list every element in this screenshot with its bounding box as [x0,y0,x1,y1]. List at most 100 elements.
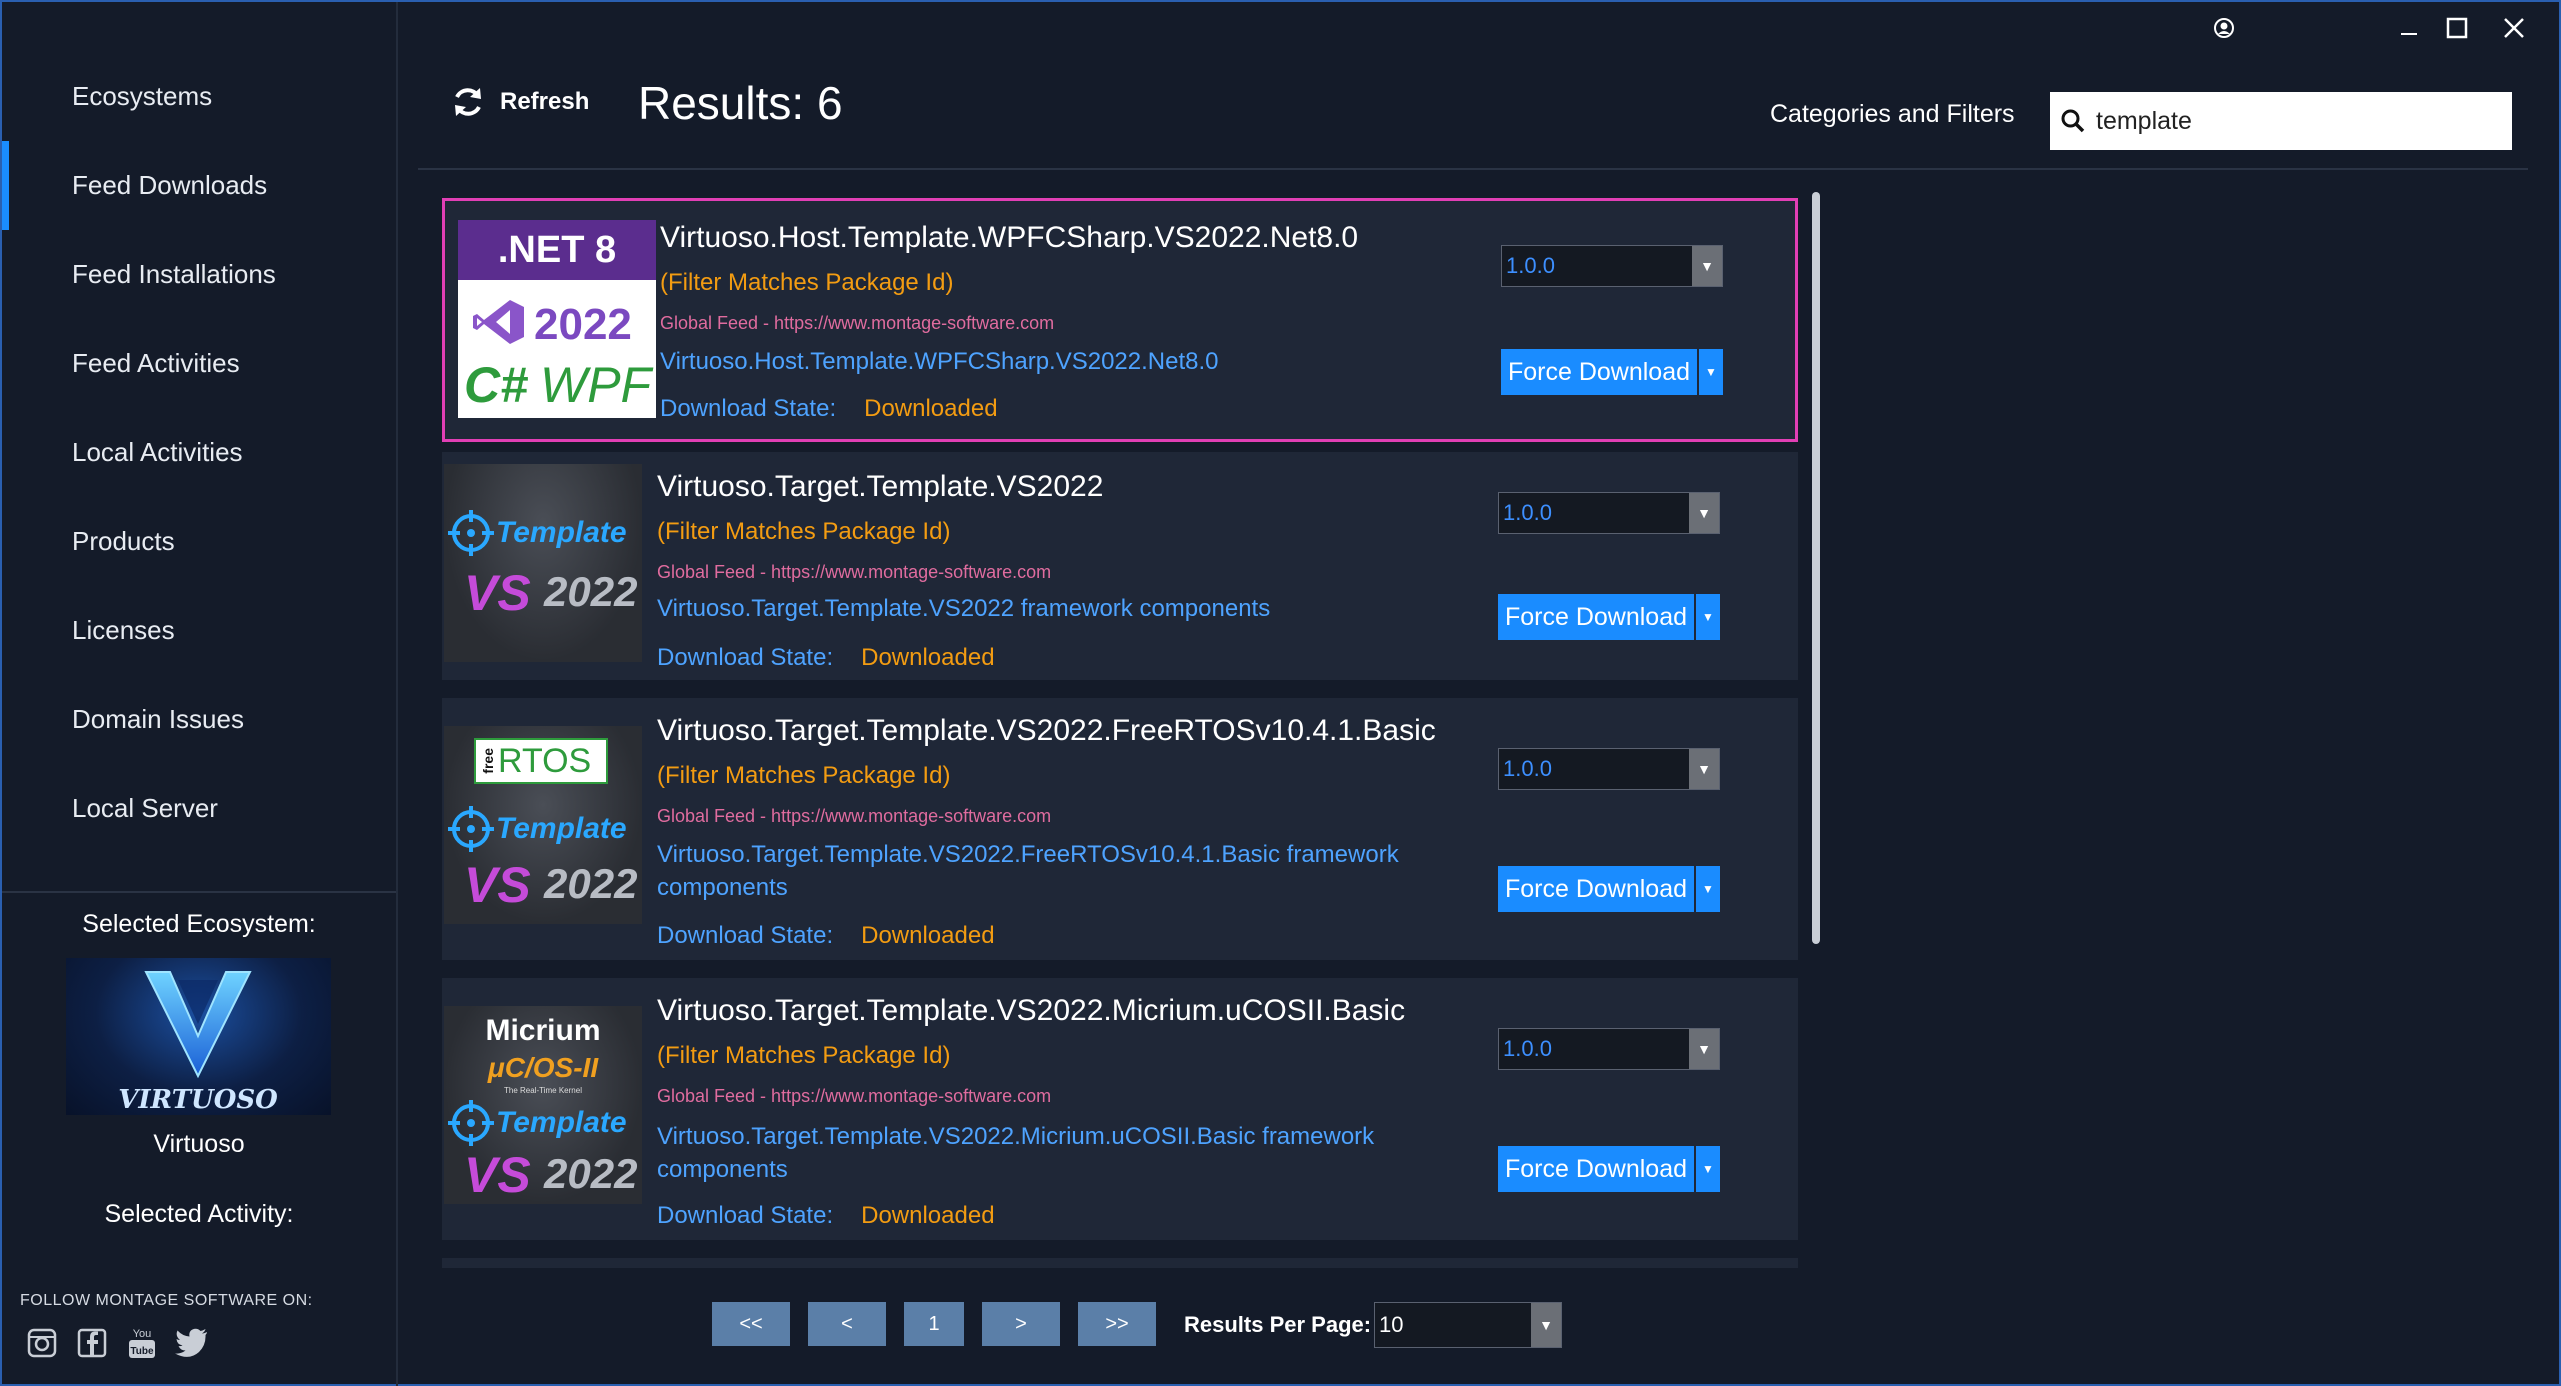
sidebar-divider [2,891,396,893]
prev-page-button[interactable]: < [808,1302,886,1346]
search-box [2050,92,2512,150]
list-item[interactable]: .NET 8 2022 C# WPF Virtuoso.Host.Templat… [442,198,1798,442]
list-item[interactable]: Template VS 2022 Virtuoso.Target.Templat… [442,452,1798,680]
crosshair-icon [448,806,494,852]
package-thumbnail: Micrium μC/OS-II The Real-Time Kernel Te… [444,1006,642,1204]
package-thumbnail: .NET 8 2022 C# WPF [458,220,656,418]
thumb-kernel-text: The Real-Time Kernel [504,1086,582,1095]
force-download-button[interactable]: Force Download [1498,1146,1694,1192]
maximize-button[interactable] [2435,10,2479,46]
virtuoso-logo-icon: VIRTUOSO [118,971,278,1115]
sidebar-item-products[interactable]: Products [2,497,396,586]
download-state-label: Download State: [660,395,837,422]
force-download-dropdown[interactable]: ▼ [1696,1146,1720,1192]
social-links: You Tube [24,1325,210,1361]
force-download-dropdown[interactable]: ▼ [1696,866,1720,912]
sidebar-item-local-activities[interactable]: Local Activities [2,408,396,497]
close-button[interactable] [2492,10,2536,46]
package-description[interactable]: Virtuoso.Host.Template.WPFCSharp.VS2022.… [660,345,1420,378]
thumb-template-text: Template [496,516,627,549]
results-per-page-value: 10 [1379,1312,1404,1337]
close-icon [2504,18,2524,38]
download-state-label: Download State: [657,922,834,949]
youtube-icon[interactable]: You Tube [124,1325,160,1361]
chevron-down-icon: ▼ [1689,493,1719,533]
package-thumbnail: free RTOS Template VS 2022 [444,726,642,924]
maximize-icon [2446,17,2468,39]
facebook-icon[interactable] [74,1325,110,1361]
sidebar-nav: Ecosystems Feed Downloads Feed Installat… [2,52,396,853]
twitter-icon[interactable] [174,1325,210,1361]
scrollbar-thumb[interactable] [1812,192,1820,944]
categories-filters-button[interactable]: Categories and Filters [1770,100,2015,129]
thumb-year-text: 2022 [544,860,638,907]
version-select[interactable]: 1.0.0 ▼ [1501,245,1723,287]
version-select[interactable]: 1.0.0 ▼ [1498,492,1720,534]
minimize-icon [2401,33,2417,35]
results-per-page-select[interactable]: 10 ▼ [1374,1302,1562,1348]
sidebar-item-ecosystems[interactable]: Ecosystems [2,52,396,141]
version-value: 1.0.0 [1506,253,1555,278]
minimize-button[interactable] [2387,10,2431,46]
force-download-dropdown[interactable]: ▼ [1699,349,1723,395]
instagram-icon[interactable] [24,1325,60,1361]
selected-ecosystem-label: Selected Ecosystem: [82,910,316,938]
force-download-button[interactable]: Force Download [1501,349,1697,395]
results-list: .NET 8 2022 C# WPF Virtuoso.Host.Templat… [442,198,1798,1268]
thumb-line3: C# [464,357,528,413]
chevron-down-icon: ▼ [1692,246,1722,286]
user-icon [2214,18,2234,38]
next-page-button[interactable]: > [982,1302,1060,1346]
crosshair-icon [448,1100,494,1146]
first-page-button[interactable]: << [712,1302,790,1346]
refresh-icon [455,88,481,116]
version-select[interactable]: 1.0.0 ▼ [1498,1028,1720,1070]
filter-match-text: (Filter Matches Package Id) [657,762,951,789]
filter-match-text: (Filter Matches Package Id) [657,1042,951,1069]
chevron-down-icon: ▼ [1689,1029,1719,1069]
thumb-year-text: 2022 [544,568,638,615]
page-1-button[interactable]: 1 [904,1302,964,1346]
feed-source: Global Feed - https://www.montage-softwa… [657,562,1052,582]
sidebar-item-feed-downloads[interactable]: Feed Downloads [2,141,396,230]
refresh-button[interactable]: Refresh [450,84,589,120]
thumb-vs-text: VS [464,857,531,913]
sidebar-item-local-server[interactable]: Local Server [2,764,396,853]
filter-match-text: (Filter Matches Package Id) [657,518,951,545]
chevron-down-icon: ▼ [1531,1303,1561,1347]
sidebar-item-feed-installations[interactable]: Feed Installations [2,230,396,319]
version-value: 1.0.0 [1503,756,1552,781]
user-account-button[interactable] [2202,10,2246,46]
feed-source: Global Feed - https://www.montage-softwa… [660,313,1055,333]
package-description[interactable]: Virtuoso.Target.Template.VS2022.FreeRTOS… [657,838,1417,904]
force-download-split-button: Force Download ▼ [1498,1146,1720,1192]
version-select[interactable]: 1.0.0 ▼ [1498,748,1720,790]
download-state: Download State: Downloaded [657,644,995,672]
force-download-button[interactable]: Force Download [1498,866,1694,912]
force-download-button[interactable]: Force Download [1498,594,1694,640]
feed-source: Global Feed - https://www.montage-softwa… [657,1086,1052,1106]
thumb-template-text: Template [496,1106,627,1139]
package-description[interactable]: Virtuoso.Target.Template.VS2022 framewor… [657,592,1417,625]
force-download-dropdown[interactable]: ▼ [1696,594,1720,640]
results-scrollbar[interactable] [1812,192,1820,1268]
search-input[interactable] [2096,106,2496,136]
sidebar-item-licenses[interactable]: Licenses [2,586,396,675]
last-page-button[interactable]: >> [1078,1302,1156,1346]
crosshair-icon [448,510,494,556]
download-state-label: Download State: [657,1202,834,1229]
thumb-line1: .NET 8 [458,220,656,280]
list-item[interactable] [442,1258,1798,1268]
thumb-rtos-text: RTOS [498,741,592,780]
thumb-template-text: Template [496,812,627,845]
refresh-label: Refresh [500,88,590,115]
package-description[interactable]: Virtuoso.Target.Template.VS2022.Micrium.… [657,1120,1417,1186]
sidebar-item-domain-issues[interactable]: Domain Issues [2,675,396,764]
sidebar-item-feed-activities[interactable]: Feed Activities [2,319,396,408]
ecosystem-logo[interactable]: VIRTUOSO [66,958,331,1115]
results-per-page-label: Results Per Page: [1184,1312,1372,1337]
list-item[interactable]: free RTOS Template VS 2022 Virtuoso.Targ… [442,698,1798,960]
filter-match-text: (Filter Matches Package Id) [660,269,954,296]
list-item[interactable]: Micrium μC/OS-II The Real-Time Kernel Te… [442,978,1798,1240]
download-state-value: Downloaded [861,644,995,671]
